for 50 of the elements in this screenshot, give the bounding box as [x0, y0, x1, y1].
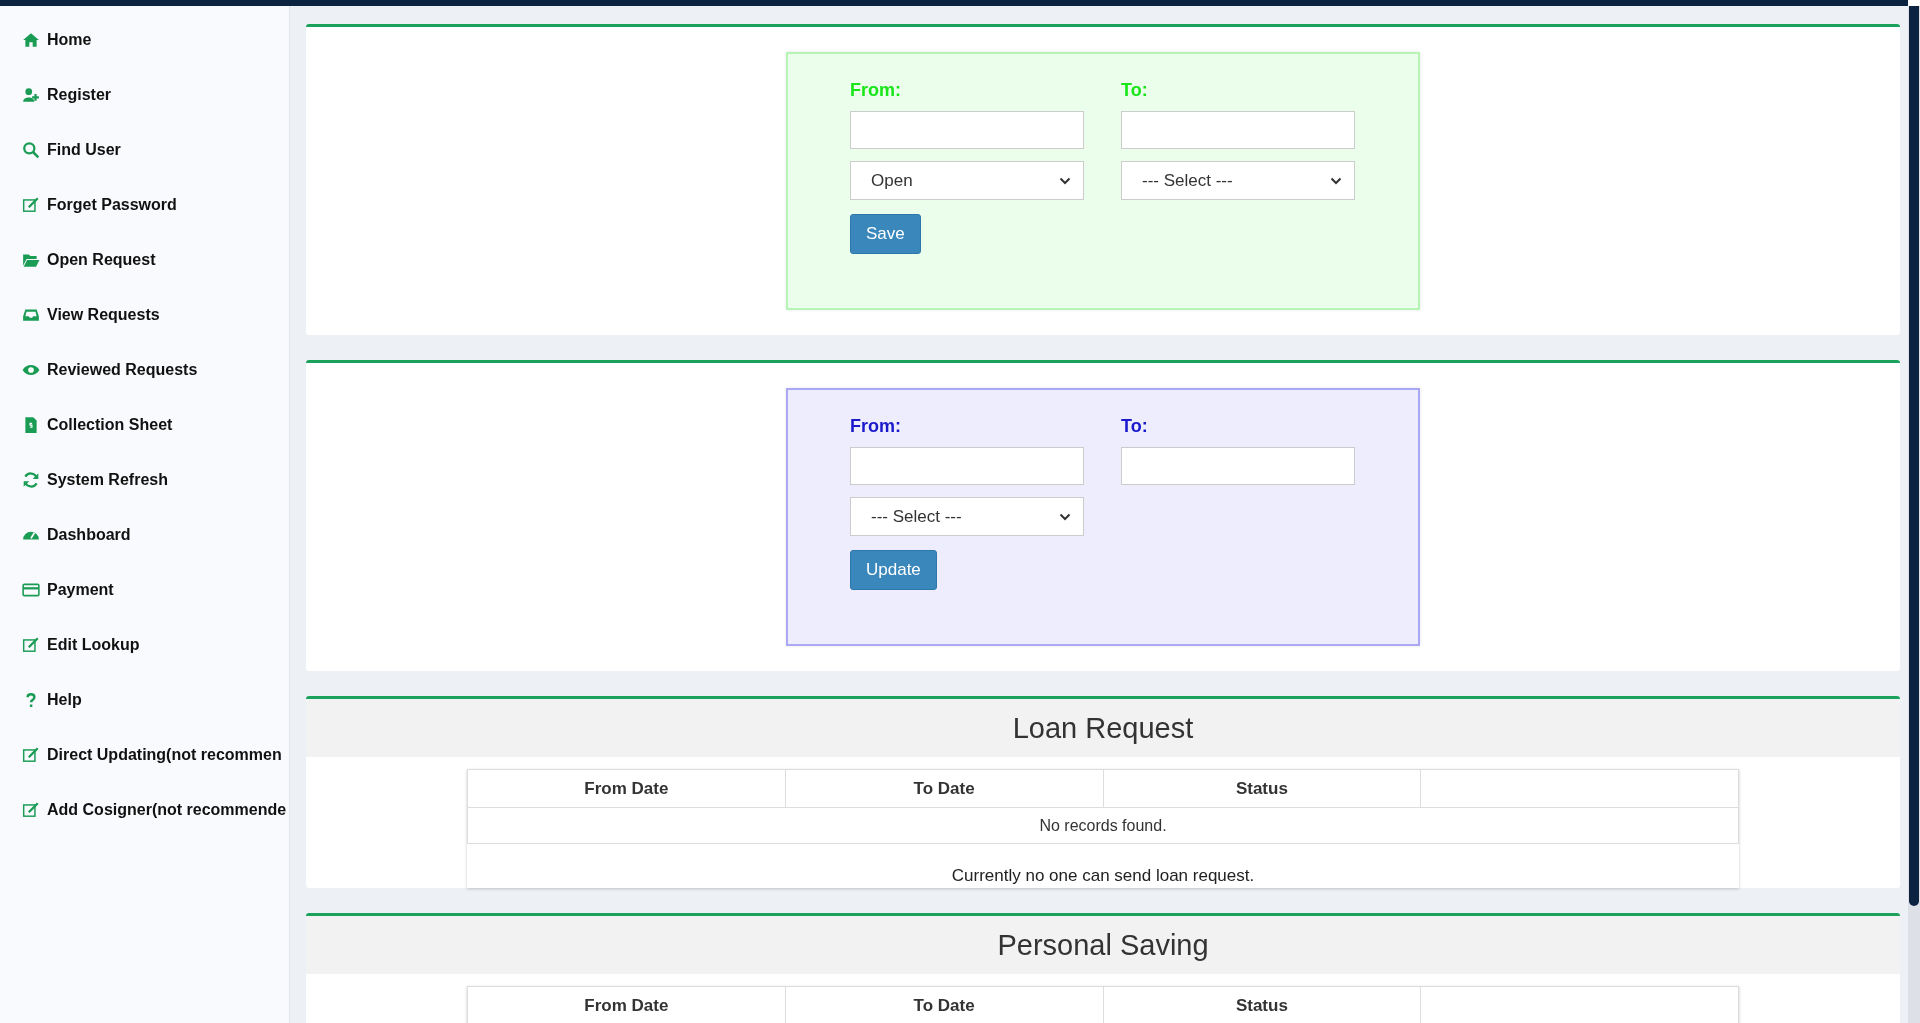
dropdown[interactable]: Open	[850, 161, 1084, 200]
file-icon	[22, 415, 40, 434]
submit-button[interactable]: Update	[850, 550, 937, 590]
sidebar-item[interactable]: Register	[0, 67, 289, 122]
from-label: From:	[850, 80, 902, 101]
sidebar-item[interactable]: Collection Sheet	[0, 397, 289, 452]
search-icon	[22, 140, 40, 159]
sidebar-item[interactable]: Reviewed Requests	[0, 342, 289, 397]
section-title: Loan Request	[306, 699, 1900, 757]
sidebar-item[interactable]: Forget Password	[0, 177, 289, 232]
column-header: To Date	[785, 986, 1103, 1023]
chevron-down-icon	[1330, 176, 1342, 185]
edit-icon	[22, 745, 40, 764]
from-label: From:	[850, 416, 902, 437]
dropdown[interactable]: --- Select ---	[850, 497, 1084, 536]
dropdown[interactable]: --- Select ---	[1121, 161, 1355, 200]
sidebar-item[interactable]: Payment	[0, 562, 289, 617]
to-date-field[interactable]	[1121, 447, 1355, 485]
submit-button[interactable]: Save	[850, 214, 921, 254]
refresh-icon	[22, 470, 40, 489]
edit-icon	[22, 635, 40, 654]
from-date-field[interactable]	[850, 111, 1084, 149]
sidebar-item[interactable]: Open Request	[0, 232, 289, 287]
sidebar-item[interactable]: Add Cosigner(not recommende	[0, 782, 289, 837]
chevron-down-icon	[1059, 176, 1071, 185]
column-header: From Date	[467, 986, 786, 1023]
empty-message: No records found.	[467, 807, 1739, 844]
to-label: To:	[1121, 416, 1149, 437]
sidebar-item[interactable]: View Requests	[0, 287, 289, 342]
chevron-down-icon	[1059, 512, 1071, 521]
column-header: Status	[1103, 769, 1421, 808]
edit-icon	[22, 195, 40, 214]
from-date-field[interactable]	[850, 447, 1084, 485]
sidebar-item[interactable]: Help	[0, 672, 289, 727]
column-header: From Date	[467, 769, 786, 808]
column-header: To Date	[785, 769, 1103, 808]
notice-text: Currently no one can send loan request.	[950, 865, 1256, 887]
section-title: Personal Saving	[306, 916, 1900, 974]
to-date-field[interactable]	[1121, 111, 1355, 149]
sidebar-item[interactable]: Direct Updating(not recommen	[0, 727, 289, 782]
sidebar-item[interactable]: System Refresh	[0, 452, 289, 507]
scrollbar[interactable]	[1909, 6, 1919, 906]
sidebar-item[interactable]: Dashboard	[0, 507, 289, 562]
column-header: Status	[1103, 986, 1421, 1023]
sidebar-item[interactable]: Home	[0, 12, 289, 67]
to-label: To:	[1121, 80, 1149, 101]
edit-icon	[22, 800, 40, 819]
sidebar-item[interactable]: Find User	[0, 122, 289, 177]
sidebar-item[interactable]: Edit Lookup	[0, 617, 289, 672]
add-user-icon	[22, 85, 40, 104]
